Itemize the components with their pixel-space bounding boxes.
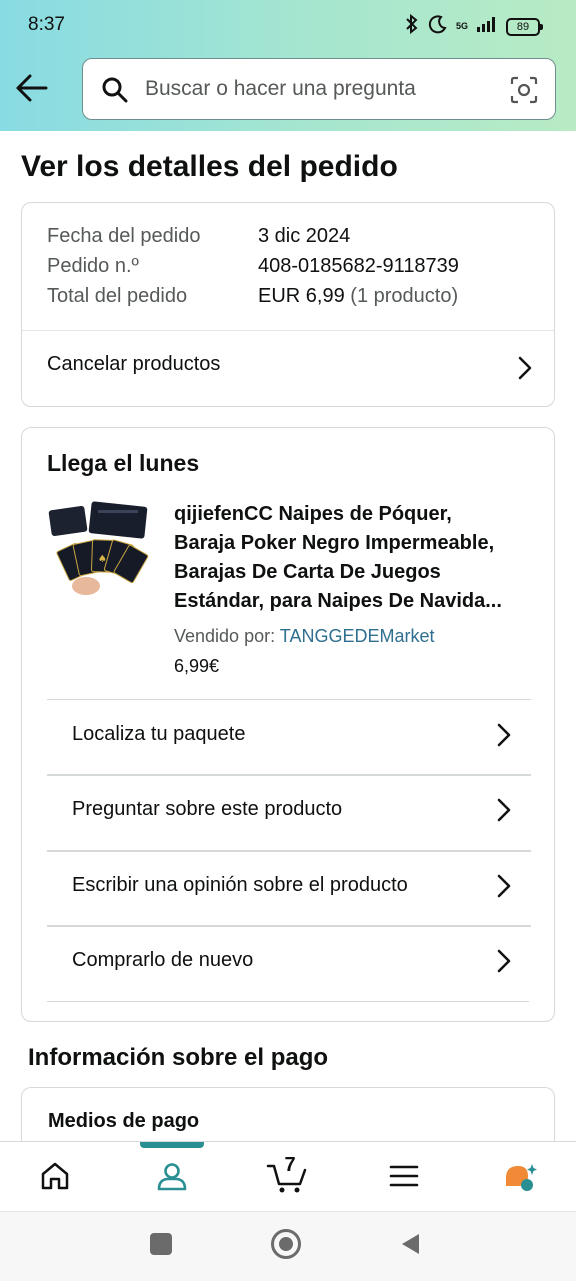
back-triangle-icon <box>402 1234 419 1254</box>
chevron-right-icon <box>497 874 511 898</box>
ask-product-row[interactable]: Preguntar sobre este producto <box>47 774 531 850</box>
battery-level: 89 <box>506 17 543 36</box>
signal-icon <box>476 15 498 38</box>
nav-account[interactable] <box>132 1142 212 1212</box>
divider <box>47 774 531 776</box>
back-system-button[interactable] <box>399 1232 421 1261</box>
bluetooth-icon <box>404 13 420 39</box>
track-package-label: Localiza tu paquete <box>72 723 246 745</box>
product-title-line: Baraja Poker Negro Impermeable, <box>174 532 495 554</box>
product-title-line: qijiefenCC Naipes de Póquer, <box>174 503 452 525</box>
divider <box>47 850 531 852</box>
rufus-icon <box>506 1164 537 1191</box>
payment-info-heading: Información sobre el pago <box>28 1044 329 1071</box>
home-dot <box>279 1237 293 1251</box>
cancel-products-label: Cancelar productos <box>47 353 221 375</box>
seller-info: Vendido por: TANGGEDEMarket <box>174 626 434 647</box>
chevron-right-icon <box>497 798 511 822</box>
system-nav-bar <box>0 1211 576 1281</box>
page-title: Ver los detalles del pedido <box>21 150 398 183</box>
cart-icon <box>266 1164 307 1193</box>
product-price: 6,99€ <box>174 656 220 676</box>
nav-home[interactable] <box>15 1142 95 1212</box>
app-header: 8:37 5G 89 Buscar o hacer una pregunta <box>0 0 576 131</box>
order-number-value: 408-0185682-9118739 <box>258 255 459 277</box>
chevron-right-icon <box>518 356 532 380</box>
buy-again-label: Comprarlo de nuevo <box>72 949 254 971</box>
order-total-amount: EUR 6,99 <box>258 285 345 307</box>
status-time: 8:37 <box>28 14 65 35</box>
chevron-right-icon <box>497 723 511 747</box>
svg-text:♠: ♠ <box>98 554 107 565</box>
account-icon <box>157 1163 187 1191</box>
shipment-card: Llega el lunes ♠ qijiefenCC Naipes de Pó… <box>21 427 555 1022</box>
order-total-count: (1 producto) <box>350 285 459 307</box>
track-package-row[interactable]: Localiza tu paquete <box>47 699 531 775</box>
buy-again-row[interactable]: Comprarlo de nuevo <box>47 925 531 1001</box>
status-icons: 5G 89 <box>404 13 543 39</box>
product-title-line: Barajas De Carta De Juegos <box>174 561 441 583</box>
home-system-button[interactable] <box>271 1229 301 1259</box>
bottom-nav: 7 <box>0 1141 576 1212</box>
search-input[interactable]: Buscar o hacer una pregunta <box>145 77 416 101</box>
order-date-value: 3 dic 2024 <box>258 225 351 247</box>
chevron-right-icon <box>497 949 511 973</box>
dnd-moon-icon <box>428 14 448 39</box>
order-summary-card: Fecha del pedido 3 dic 2024 Pedido n.º 4… <box>21 202 555 407</box>
sold-by-label: Vendido por: <box>174 626 276 646</box>
home-icon <box>41 1162 69 1190</box>
order-total-label: Total del pedido <box>47 285 188 307</box>
back-button[interactable] <box>14 72 50 104</box>
arrival-heading: Llega el lunes <box>47 450 200 476</box>
recents-button[interactable] <box>150 1233 172 1255</box>
divider <box>47 1001 529 1002</box>
payment-methods-label: Medios de pago <box>48 1110 200 1132</box>
menu-icon <box>389 1165 419 1187</box>
seller-link[interactable]: TANGGEDEMarket <box>280 626 435 646</box>
network-type: 5G <box>455 21 468 31</box>
ask-product-label: Preguntar sobre este producto <box>72 798 343 820</box>
search-bar[interactable]: Buscar o hacer una pregunta <box>82 58 556 120</box>
back-arrow-icon <box>16 74 48 102</box>
nav-menu[interactable] <box>364 1142 444 1212</box>
order-total-value: EUR 6,99 (1 producto) <box>258 285 458 308</box>
camera-scan-icon[interactable] <box>509 75 539 110</box>
product-title[interactable]: qijiefenCC Naipes de Póquer, Baraja Poke… <box>174 500 534 616</box>
nav-rufus[interactable] <box>480 1142 560 1212</box>
order-date-label: Fecha del pedido <box>47 225 201 247</box>
divider <box>47 699 531 700</box>
order-number-label: Pedido n.º <box>47 255 139 277</box>
search-icon <box>101 76 129 109</box>
divider <box>47 925 531 927</box>
cancel-products-row[interactable]: Cancelar productos <box>22 331 554 401</box>
nav-cart[interactable]: 7 <box>247 1142 327 1212</box>
product-image[interactable]: ♠ <box>46 500 150 604</box>
write-review-row[interactable]: Escribir una opinión sobre el producto <box>47 850 531 926</box>
write-review-label: Escribir una opinión sobre el producto <box>72 874 408 896</box>
product-title-line: Estándar, para Naipes De Navida... <box>174 590 502 612</box>
